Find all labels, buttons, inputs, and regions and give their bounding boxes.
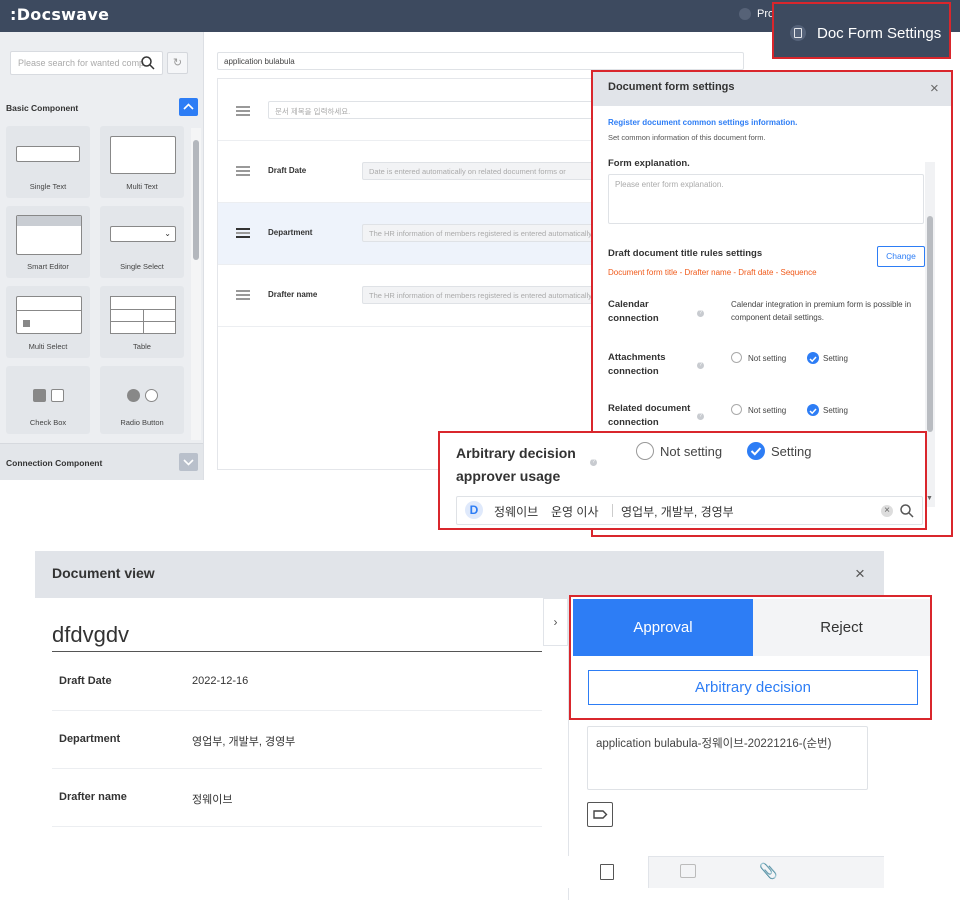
doc-row-drafter-name: Drafter name 정웨이브 (52, 769, 542, 827)
search-icon[interactable] (140, 55, 156, 71)
radio-icon (127, 389, 140, 402)
approval-action-panel: Approval Reject Arbitrary decision (569, 595, 932, 720)
tile-multi-text[interactable]: Multi Text (100, 126, 184, 198)
doc-title-input[interactable]: 문서 제목을 입력하세요. (268, 101, 598, 119)
search-icon[interactable] (899, 503, 915, 519)
field-label: Drafter name (268, 290, 318, 299)
settings-scroll-down-icon[interactable]: ▼ (926, 495, 933, 502)
refresh-icon[interactable]: ↻ (167, 52, 188, 74)
field-placeholder: Date is entered automatically on related… (362, 162, 602, 180)
doc-row-department: Department 영업부, 개발부, 경영부 (52, 711, 542, 769)
close-icon[interactable]: × (855, 564, 865, 584)
approver-field[interactable]: D 정웨이브 운영 이사 영업부, 개발부, 경영부 × (456, 496, 923, 525)
calendar-connection-label: Calendar connection (608, 299, 659, 324)
doc-row-label: Department (59, 733, 121, 745)
connection-component-header: Connection Component (6, 458, 103, 468)
setting-label: Setting (771, 444, 812, 459)
help-icon[interactable]: ? (590, 459, 597, 466)
setting-label: Setting (823, 354, 848, 363)
arbitrary-label: Arbitrary decision approver usage (456, 445, 576, 484)
approver-role: 운영 이사 (551, 505, 599, 519)
close-icon[interactable]: × (930, 80, 939, 97)
attachments-connection-label: Attachments connection (608, 352, 666, 377)
field-placeholder: The HR information of members registered… (362, 224, 602, 242)
reject-tab[interactable]: Reject (753, 599, 930, 656)
not-setting-label: Not setting (748, 406, 787, 415)
form-explanation-textarea[interactable]: Please enter form explanation. (608, 174, 924, 224)
related-document-label: Related document connection (608, 403, 691, 428)
not-setting-label: Not setting (660, 444, 723, 459)
title-rule-value: Document form title - Drafter name - Dra… (608, 268, 817, 277)
attachment-icon[interactable]: 📎 (759, 862, 778, 880)
arbitrary-decision-button[interactable]: Arbitrary decision (588, 670, 918, 705)
drag-handle-icon[interactable] (236, 106, 250, 116)
document-view-header: Document view (35, 551, 884, 598)
doc-form-settings-label: Doc Form Settings (817, 25, 942, 42)
tag-icon[interactable] (587, 802, 613, 827)
tile-table[interactable]: Table (100, 286, 184, 358)
arbitrary-not-setting-radio[interactable] (636, 442, 654, 460)
doc-row-label: Drafter name (59, 791, 127, 803)
title-rules-label: Draft document title rules settings (608, 248, 763, 259)
attachments-setting-radio[interactable] (807, 352, 819, 364)
clear-icon[interactable]: × (881, 505, 893, 517)
related-not-setting-radio[interactable] (731, 404, 742, 415)
field-label: Draft Date (268, 166, 307, 175)
form-explanation-label: Form explanation. (608, 158, 690, 169)
approver-name: 정웨이브 (494, 505, 539, 519)
form-title-input[interactable]: application bulabula (217, 52, 744, 70)
help-icon[interactable]: ? (697, 362, 704, 369)
not-setting-label: Not setting (748, 354, 787, 363)
document-icon-glyph (794, 28, 802, 38)
approval-tab[interactable]: Approval (573, 599, 753, 656)
tab-comments[interactable] (680, 864, 696, 878)
arbitrary-setting-radio[interactable] (747, 442, 765, 460)
doc-form-settings-button[interactable]: Doc Form Settings (772, 2, 951, 59)
comment-textarea[interactable]: application bulabula-정웨이브-20221216-(순번) (587, 726, 868, 790)
component-scrollbar[interactable] (191, 128, 201, 440)
list-icon[interactable] (739, 8, 751, 20)
document-title: dfdvgdv (52, 622, 542, 652)
drag-handle-icon[interactable] (236, 290, 250, 300)
register-title: Register document common settings inform… (608, 118, 798, 127)
separator (612, 504, 613, 517)
tile-check-box[interactable]: Check Box (6, 366, 90, 434)
doc-row-value: 영업부, 개발부, 경영부 (192, 736, 296, 748)
help-icon[interactable]: ? (697, 413, 704, 420)
doc-row-draft-date: Draft Date 2022-12-16 (52, 653, 542, 711)
expand-down-button[interactable] (179, 453, 198, 471)
register-desc: Set common information of this document … (608, 133, 766, 142)
tile-radio-button[interactable]: Radio Button (100, 366, 184, 434)
docswave-user-icon: D (465, 501, 483, 519)
help-icon[interactable]: ? (697, 310, 704, 317)
related-setting-radio[interactable] (807, 404, 819, 416)
setting-label: Setting (823, 406, 848, 415)
arbitrary-decision-settings: Arbitrary decision approver usage ? Not … (438, 431, 927, 530)
calendar-connection-desc: Calendar integration in premium form is … (731, 300, 912, 322)
tile-single-select[interactable]: ⌄ Single Select (100, 206, 184, 278)
settings-title: Document form settings (593, 72, 951, 106)
change-button[interactable]: Change (877, 246, 925, 267)
field-placeholder: The HR information of members registered… (362, 286, 602, 304)
tile-single-text[interactable]: Single Text (6, 126, 90, 198)
app-logo[interactable]: :Docswave (10, 5, 109, 24)
basic-component-header: Basic Component (6, 103, 79, 113)
attachments-not-setting-radio[interactable] (731, 352, 742, 363)
doc-row-value: 정웨이브 (192, 794, 233, 806)
field-label: Department (268, 228, 313, 237)
collapse-up-button[interactable] (179, 98, 198, 116)
approver-departments: 영업부, 개발부, 경영부 (621, 505, 734, 519)
tab-document-info[interactable] (568, 856, 649, 888)
document-check-icon (600, 864, 614, 880)
drag-handle-icon[interactable] (236, 166, 250, 176)
tile-multi-select[interactable]: Multi Select (6, 286, 90, 358)
doc-row-value: 2022-12-16 (192, 675, 249, 687)
drag-handle-icon[interactable] (236, 228, 250, 238)
panel-toggle-button[interactable]: › (543, 598, 568, 646)
doc-row-label: Draft Date (59, 675, 112, 687)
tile-smart-editor[interactable]: Smart Editor (6, 206, 90, 278)
checkbox-icon (33, 389, 46, 402)
